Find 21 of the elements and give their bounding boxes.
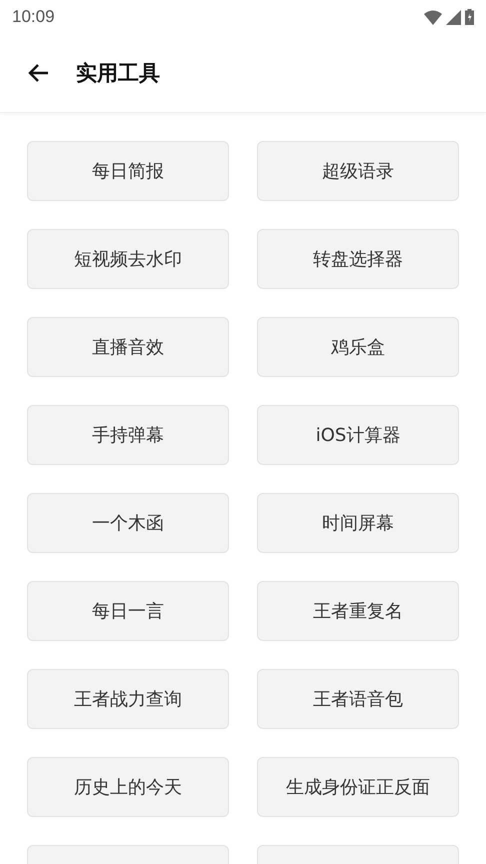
tool-button[interactable]: 历史上的今天 bbox=[27, 757, 229, 817]
tool-button[interactable]: 王者语音包 bbox=[257, 669, 459, 729]
tool-button[interactable]: 超级语录 bbox=[257, 141, 459, 201]
tool-button[interactable]: 转盘选择器 bbox=[257, 229, 459, 289]
tool-button[interactable]: 每日简报 bbox=[27, 141, 229, 201]
status-time: 10:09 bbox=[12, 7, 55, 27]
tool-button[interactable]: 手持弹幕 bbox=[27, 405, 229, 465]
page-title: 实用工具 bbox=[76, 60, 160, 87]
tool-button[interactable]: 一个木函 bbox=[27, 493, 229, 553]
wifi-icon bbox=[424, 10, 442, 24]
tool-button[interactable]: 短视频去水印 bbox=[27, 229, 229, 289]
battery-icon bbox=[465, 9, 474, 25]
tool-button[interactable]: iOS计算器 bbox=[257, 405, 459, 465]
tool-button[interactable]: 每日一言 bbox=[27, 581, 229, 641]
tool-button[interactable]: 直播音效 bbox=[27, 317, 229, 377]
tool-button[interactable]: 生成身份证正反面 bbox=[257, 757, 459, 817]
tool-button[interactable]: 王者战力查询 bbox=[27, 669, 229, 729]
signal-icon bbox=[446, 10, 461, 24]
tool-button[interactable]: 王者重复名 bbox=[257, 581, 459, 641]
tool-button[interactable]: 鸡乐盒 bbox=[257, 317, 459, 377]
tool-button[interactable]: 时间屏幕 bbox=[257, 493, 459, 553]
